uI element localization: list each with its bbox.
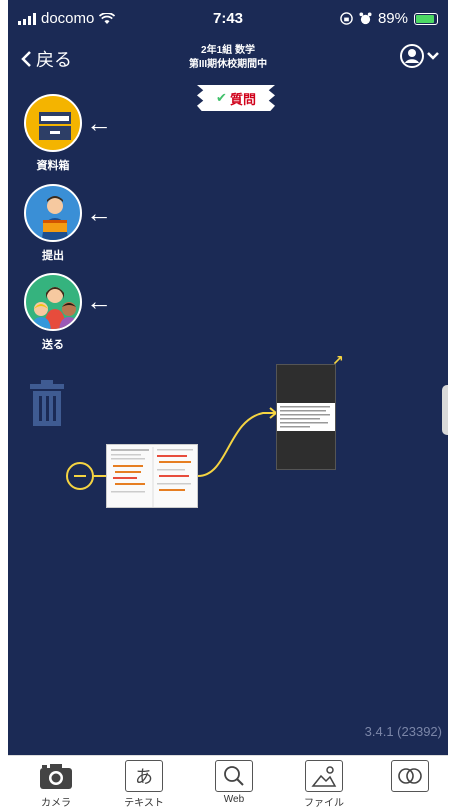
toolbar-camera-label: カメラ: [41, 798, 71, 807]
bottom-toolbar: カメラ あ テキスト Web ファイル: [8, 755, 448, 807]
version-label: 3.4.1 (23392): [364, 724, 442, 739]
toolbar-integration-button[interactable]: [380, 760, 440, 794]
connector-line: [94, 407, 278, 477]
toolbar-web-label: Web: [223, 794, 245, 805]
app-screen: docomo 7:43 89% 戻る 2年1組 数学 第III期休校期間中 ✔ …: [8, 0, 448, 807]
screenshot-card[interactable]: [276, 364, 336, 470]
file-image-icon: [305, 760, 343, 792]
camera-icon: [37, 760, 75, 792]
toolbar-file-button[interactable]: ファイル: [294, 760, 354, 807]
worksheet-card[interactable]: [106, 444, 198, 508]
toolbar-file-label: ファイル: [304, 798, 344, 807]
toolbar-web-button[interactable]: Web: [204, 760, 264, 805]
side-drawer-handle[interactable]: [442, 385, 448, 435]
web-search-icon: [215, 760, 253, 792]
screenshot-sheet: [277, 403, 335, 431]
toolbar-text-button[interactable]: あ テキスト: [114, 760, 174, 807]
expand-arrow-icon[interactable]: ↗: [332, 352, 344, 369]
text-icon: あ: [125, 760, 163, 792]
integration-icon: [391, 760, 429, 792]
toolbar-camera-button[interactable]: カメラ: [26, 760, 86, 807]
toolbar-text-label: テキスト: [124, 798, 164, 807]
collapse-minus-button[interactable]: [66, 462, 94, 490]
